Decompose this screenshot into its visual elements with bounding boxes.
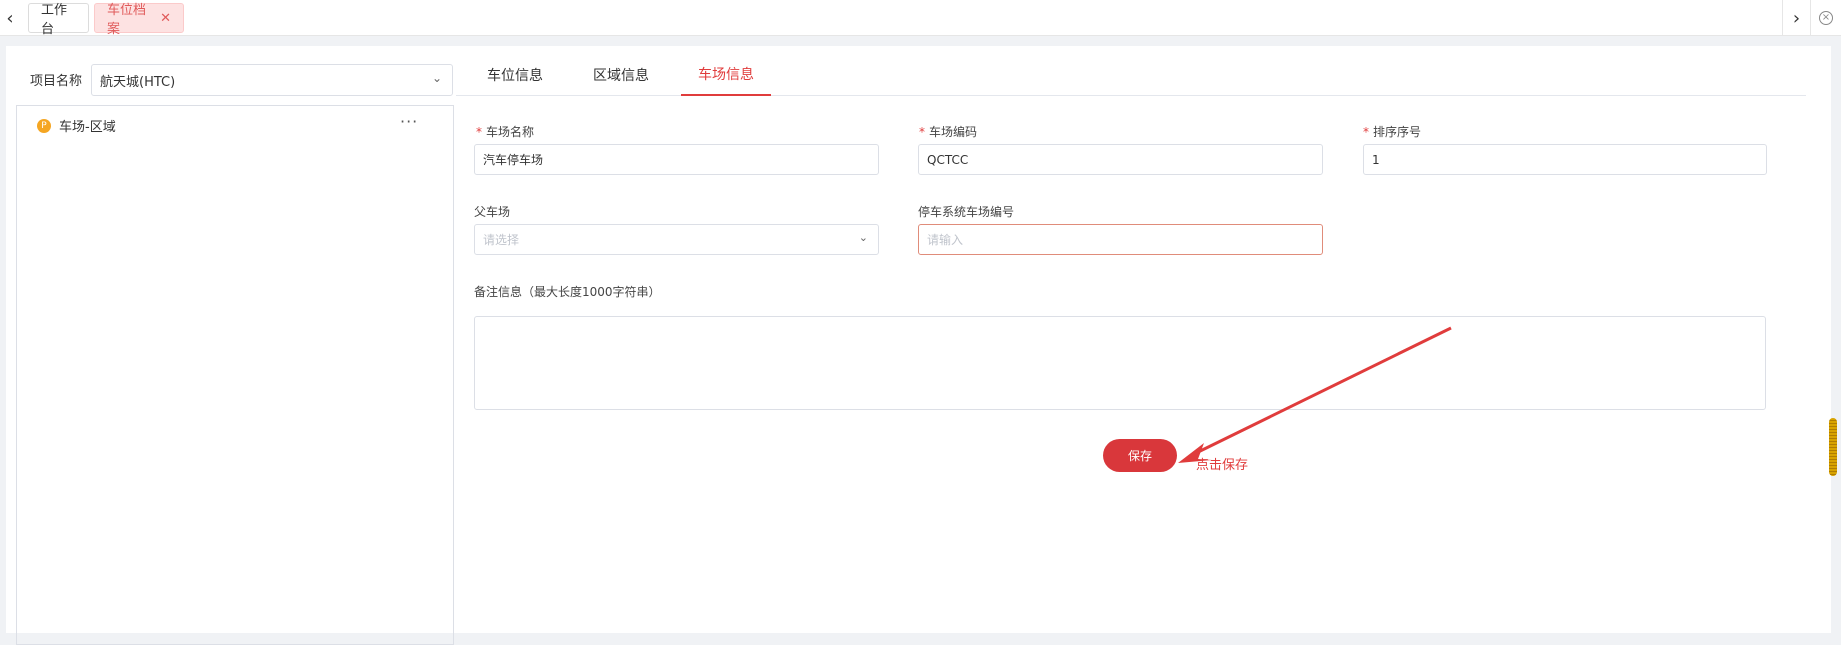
tab-parking-archive[interactable]: 车位档案 ✕	[94, 3, 184, 37]
close-circle-icon[interactable]: ×	[1810, 0, 1841, 36]
chevron-down-icon: ⌄	[858, 231, 868, 244]
close-icon[interactable]: ✕	[160, 11, 171, 26]
tab-label: 车位档案	[107, 3, 147, 37]
remark-textarea[interactable]	[474, 316, 1766, 410]
required-mark: *	[1363, 125, 1369, 139]
arrow-icon	[1178, 326, 1452, 463]
lot-name-label: * 车场名称	[476, 125, 535, 139]
system-code-placeholder: 请输入	[927, 233, 964, 247]
chevron-down-icon: ⌄	[431, 71, 442, 85]
lot-name-input[interactable]: 汽车停车场	[474, 144, 879, 175]
tab-label: 工作台	[41, 3, 68, 37]
required-mark: *	[476, 125, 482, 139]
parent-lot-select[interactable]: 请选择 ⌄	[474, 224, 879, 255]
tree-item-label: 车场-区域	[59, 120, 116, 135]
project-select[interactable]: 航天城(HTC) ⌄	[91, 64, 453, 96]
project-label: 项目名称	[30, 74, 83, 89]
parent-lot-label: 父车场	[474, 205, 511, 219]
tab-lot-info[interactable]: 车场信息	[681, 54, 771, 96]
tree-panel: P 车场-区域 ···	[16, 105, 454, 645]
sort-input[interactable]: 1	[1363, 144, 1767, 175]
tab-space-info[interactable]: 车位信息	[470, 54, 560, 96]
remark-label: 备注信息（最大长度1000字符串）	[474, 285, 661, 299]
parent-lot-placeholder: 请选择	[483, 233, 520, 247]
lot-code-label: * 车场编码	[919, 125, 978, 139]
chevron-left-icon[interactable]: ‹	[0, 0, 20, 36]
tab-area-info[interactable]: 区域信息	[576, 54, 666, 96]
tab-workbench[interactable]: 工作台	[28, 3, 89, 37]
info-tabs: 车位信息 区域信息 车场信息	[456, 54, 1806, 96]
more-icon[interactable]: ···	[400, 112, 418, 131]
tab-bar: ‹ 工作台 车位档案 ✕ › ×	[0, 0, 1841, 37]
project-value: 航天城(HTC)	[100, 74, 176, 90]
system-code-label: 停车系统车场编号	[918, 205, 1015, 219]
scrollbar[interactable]	[1829, 418, 1837, 476]
required-mark: *	[919, 125, 925, 139]
lot-code-input[interactable]: QCTCC	[918, 144, 1323, 175]
main-panel: 项目名称 航天城(HTC) ⌄ P 车场-区域 ··· 车位信息 区域信息 车场…	[6, 46, 1831, 645]
tree-item-lot-area[interactable]: P 车场-区域	[37, 116, 116, 135]
sort-label: * 排序序号	[1363, 125, 1422, 139]
parking-icon: P	[37, 118, 51, 133]
save-button[interactable]: 保存	[1103, 439, 1177, 472]
chevron-right-icon[interactable]: ›	[1782, 0, 1810, 36]
system-code-input[interactable]: 请输入	[918, 224, 1323, 255]
